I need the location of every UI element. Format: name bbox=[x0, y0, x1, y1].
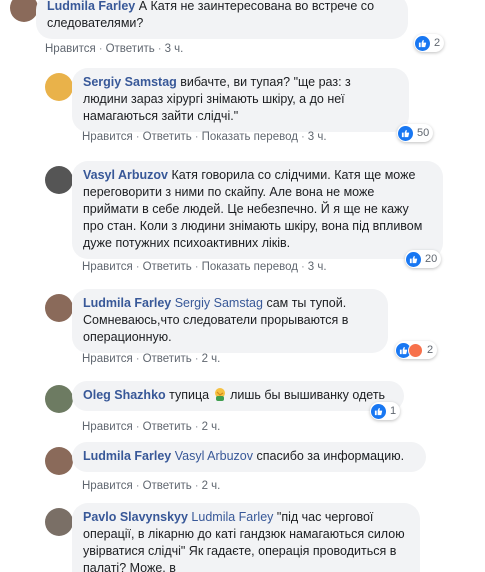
comment-actions: Нравится · Ответить · 3 ч. bbox=[45, 43, 184, 55]
comment-actions: Нравится · Ответить · 2 ч. bbox=[82, 421, 221, 433]
mention-link[interactable]: Vasyl Arbuzov bbox=[175, 449, 253, 463]
like-link[interactable]: Нравится bbox=[45, 43, 96, 55]
reply-link[interactable]: Ответить bbox=[143, 261, 192, 273]
comment-bubble: Oleg Shazhko тупица лишь бы вышиванку од… bbox=[72, 381, 404, 411]
avatar[interactable] bbox=[45, 294, 73, 322]
comment-author[interactable]: Ludmila Farley bbox=[47, 0, 135, 13]
avatar[interactable] bbox=[10, 0, 38, 22]
comment-time[interactable]: 3 ч. bbox=[308, 131, 327, 143]
reply-link[interactable]: Ответить bbox=[143, 480, 192, 492]
comment-text-continued: лишь бы вышиванку одеть bbox=[230, 388, 386, 402]
comment-time[interactable]: 3 ч. bbox=[165, 43, 184, 55]
comment-author[interactable]: Oleg Shazhko bbox=[83, 388, 166, 402]
avatar[interactable] bbox=[45, 166, 73, 194]
comment-actions: Нравится · Ответить · 2 ч. bbox=[82, 480, 221, 492]
mention-link[interactable]: Sergiy Samstag bbox=[175, 296, 263, 310]
reaction-count[interactable]: 50 bbox=[397, 124, 434, 142]
comment-author[interactable]: Vasyl Arbuzov bbox=[83, 168, 168, 182]
comment-bubble: Vasyl Arbuzov Катя говорила со слідчими.… bbox=[72, 161, 443, 259]
like-icon bbox=[371, 403, 386, 419]
comment-bubble: Sergiy Samstag вибачте, ви тупая? "ще ра… bbox=[72, 68, 409, 132]
show-translation-link[interactable]: Показать перевод bbox=[202, 131, 298, 143]
like-icon bbox=[398, 125, 413, 141]
comment-time[interactable]: 3 ч. bbox=[308, 261, 327, 273]
like-link[interactable]: Нравится bbox=[82, 131, 133, 143]
comment-time[interactable]: 2 ч. bbox=[202, 421, 221, 433]
like-link[interactable]: Нравится bbox=[82, 261, 133, 273]
comment-actions: Нравится · Ответить · Показать перевод · 3 ч. bbox=[82, 261, 327, 273]
comment-text: тупица bbox=[169, 388, 210, 402]
like-icon bbox=[415, 35, 430, 51]
comment-author[interactable]: Pavlo Slavynskyy bbox=[83, 510, 188, 524]
comment-author[interactable]: Ludmila Farley bbox=[83, 449, 171, 463]
avatar[interactable] bbox=[45, 508, 73, 536]
like-icon bbox=[406, 251, 421, 267]
comment-bubble: Ludmila Farley Sergiy Samstag сам ты туп… bbox=[72, 289, 388, 353]
comment-time[interactable]: 2 ч. bbox=[202, 353, 221, 365]
reaction-count[interactable]: 1 bbox=[370, 402, 401, 420]
avatar[interactable] bbox=[45, 73, 73, 101]
avatar[interactable] bbox=[45, 447, 73, 475]
angry-reaction-icon bbox=[408, 342, 423, 358]
avatar[interactable] bbox=[45, 385, 73, 413]
comment-author[interactable]: Ludmila Farley bbox=[83, 296, 171, 310]
comment-actions: Нравится · Ответить · Показать перевод · 3 ч. bbox=[82, 131, 327, 143]
comment-time[interactable]: 2 ч. bbox=[202, 480, 221, 492]
comment-bubble: Ludmila Farley А Катя не заинтересована … bbox=[36, 0, 408, 39]
like-link[interactable]: Нравится bbox=[82, 480, 133, 492]
reaction-count[interactable]: 2 bbox=[395, 341, 438, 359]
comment-bubble: Ludmila Farley Vasyl Arbuzov спасибо за … bbox=[72, 442, 426, 472]
reply-link[interactable]: Ответить bbox=[143, 131, 192, 143]
reply-link[interactable]: Ответить bbox=[106, 43, 155, 55]
like-link[interactable]: Нравится bbox=[82, 353, 133, 365]
like-link[interactable]: Нравится bbox=[82, 421, 133, 433]
facepalm-emoji-icon bbox=[214, 388, 225, 401]
show-translation-link[interactable]: Показать перевод bbox=[202, 261, 298, 273]
reaction-count[interactable]: 2 bbox=[414, 34, 445, 52]
comment-author[interactable]: Sergiy Samstag bbox=[83, 75, 177, 89]
comment-text: спасибо за информацию. bbox=[256, 449, 405, 463]
reaction-count[interactable]: 20 bbox=[405, 250, 442, 268]
comment-bubble: Pavlo Slavynskyy Ludmila Farley "під час… bbox=[72, 503, 420, 572]
mention-link[interactable]: Ludmila Farley bbox=[191, 510, 273, 524]
comment-actions: Нравится · Ответить · 2 ч. bbox=[82, 353, 221, 365]
reply-link[interactable]: Ответить bbox=[143, 353, 192, 365]
reply-link[interactable]: Ответить bbox=[143, 421, 192, 433]
